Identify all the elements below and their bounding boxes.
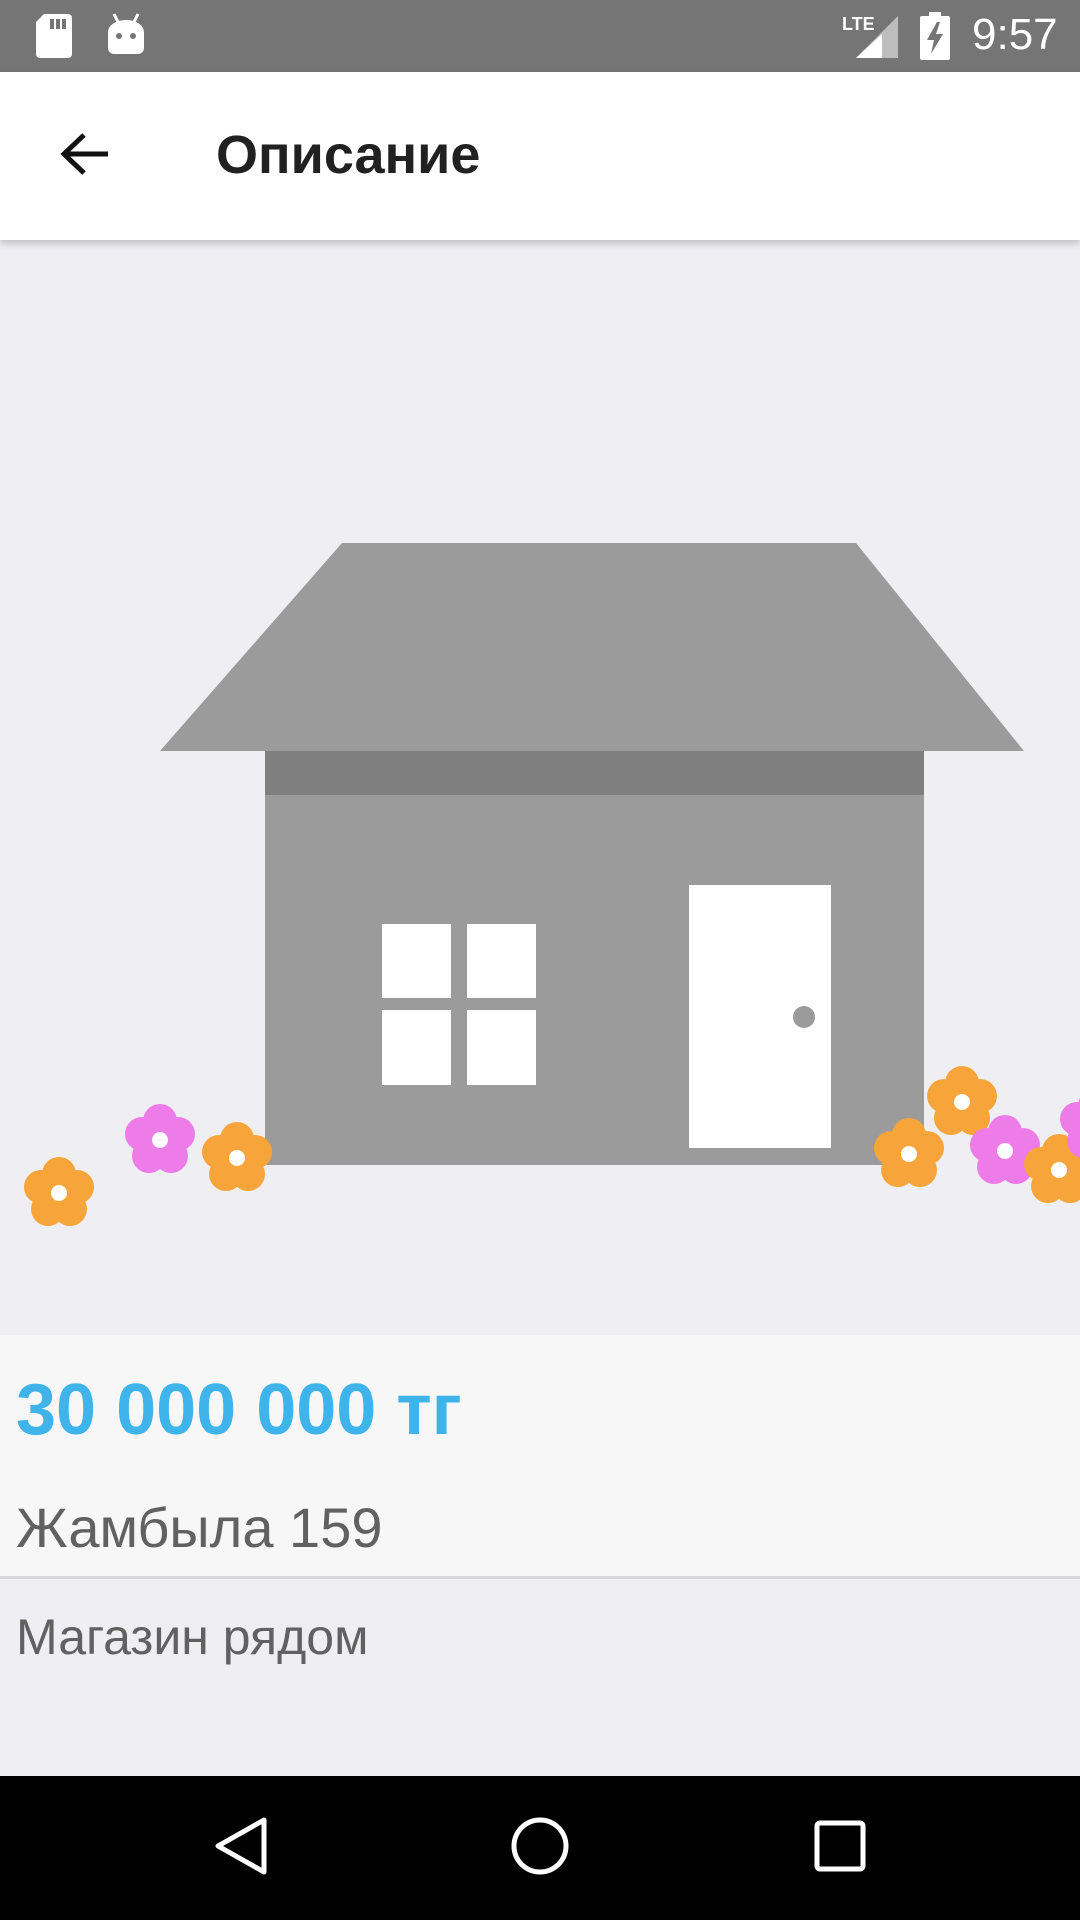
status-time: 9:57: [972, 10, 1058, 59]
svg-text:LTE: LTE: [842, 14, 875, 34]
listing-description: Магазин рядом: [16, 1609, 369, 1665]
listing-address: Жамбыла 159: [16, 1496, 383, 1559]
navigation-bar: [0, 1776, 1080, 1920]
door-knob: [793, 1006, 815, 1028]
android-debug-icon: [106, 12, 146, 61]
listing-image: [0, 240, 1080, 1335]
lte-signal-icon: LTE: [842, 12, 900, 65]
nav-back-button[interactable]: [200, 1808, 280, 1888]
nav-home-button[interactable]: [500, 1808, 580, 1888]
page-title: Описание: [216, 125, 481, 185]
nav-home-icon: [510, 1816, 570, 1881]
app-bar: Описание: [0, 72, 1080, 240]
nav-recents-button[interactable]: [800, 1808, 880, 1888]
arrow-back-icon: [60, 132, 110, 181]
nav-recents-icon: [814, 1820, 866, 1877]
back-button[interactable]: [40, 114, 130, 198]
status-bar: LTE 9:57: [0, 0, 1080, 72]
battery-charging-icon: [920, 12, 950, 65]
nav-back-icon: [212, 1816, 268, 1881]
listing-summary: 30 000 000 тг Жамбыла 159: [0, 1335, 1080, 1579]
house-illustration: [24, 543, 1080, 1226]
roof: [160, 543, 1024, 751]
eave: [265, 751, 924, 795]
sd-card-icon: [36, 14, 72, 63]
listing-price: 30 000 000 тг: [16, 1370, 462, 1450]
